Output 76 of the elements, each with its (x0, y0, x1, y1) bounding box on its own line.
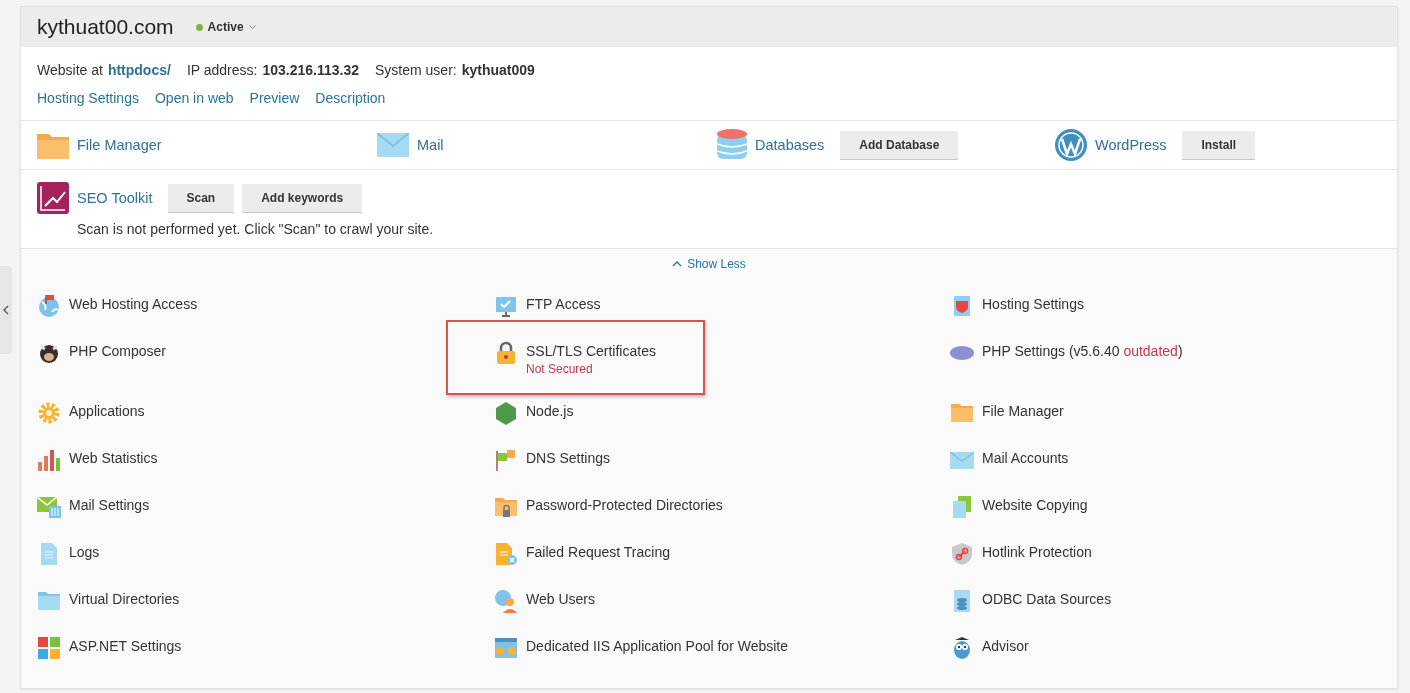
folder-lock-icon (494, 495, 518, 519)
wordpress-logo-icon (1055, 129, 1087, 161)
site-link[interactable]: Preview (249, 90, 300, 106)
app-link[interactable]: File Manager (77, 137, 162, 153)
tool-link[interactable]: PHP Settings (v5.6.40 outdated) (982, 341, 1183, 361)
window-gears-icon (494, 636, 518, 660)
tool-link[interactable]: Failed Request Tracing (526, 542, 670, 562)
envelope-icon (377, 133, 409, 157)
tool-link[interactable]: Website Copying (982, 495, 1088, 515)
scan-message: Scan is not performed yet. Click "Scan" to crawl your site. (77, 221, 435, 237)
show-less-link[interactable]: Show Less (672, 257, 746, 271)
chevron-icon (672, 260, 683, 268)
folder-icon (950, 401, 974, 425)
site-link[interactable]: Description (315, 90, 386, 106)
status-text: Not Secured (526, 361, 594, 378)
tool-link[interactable]: Logs (69, 542, 100, 562)
tool-link[interactable]: Mail Accounts (982, 448, 1069, 468)
info-value: 103.216.113.32 (262, 62, 359, 78)
app-action-button[interactable]: Install (1182, 130, 1256, 160)
folder-icon (37, 131, 69, 159)
status-dot (195, 23, 203, 31)
tool-link[interactable]: Mail Settings (69, 495, 150, 515)
hexagon-icon (494, 401, 518, 425)
globe-user-icon (494, 589, 518, 613)
seo-action-button[interactable]: Scan (167, 183, 235, 213)
envelope-icon (950, 448, 974, 472)
info-label: System user: (375, 62, 457, 78)
info-label: IP address: (186, 62, 258, 78)
info-label: Website at (37, 62, 103, 78)
globe-flag-icon (37, 294, 61, 318)
info-value: kythuat009 (461, 62, 535, 78)
tool-link[interactable]: Web Hosting Access (69, 294, 198, 314)
tool-link[interactable]: Dedicated IIS Application Pool for Website (526, 636, 788, 656)
bar-chart-icon (37, 448, 61, 472)
tool-link[interactable]: ODBC Data Sources (982, 589, 1112, 609)
sidebar-toggle-button[interactable] (0, 266, 12, 354)
status-text: Active (207, 20, 244, 34)
ftp-folder-icon (494, 294, 518, 318)
tool-link[interactable]: ASP.NET Settings (69, 636, 182, 656)
folder-link[interactable]: httpdocs/ (107, 62, 171, 78)
app-link[interactable]: Mail (417, 137, 444, 153)
tool-link[interactable]: File Manager (982, 401, 1064, 421)
folder-icon (37, 589, 61, 613)
caret-down-icon (248, 24, 256, 30)
documents-icon (950, 495, 974, 519)
app-link[interactable]: SEO Toolkit (77, 190, 153, 206)
tool-link[interactable]: Web Statistics (69, 448, 158, 468)
tool-link[interactable]: Applications (69, 401, 145, 421)
flags-icon (494, 448, 518, 472)
tool-link[interactable]: SSL/TLS Certificates (526, 341, 656, 361)
seo-action-button[interactable]: Add keywords (242, 183, 363, 213)
tool-link[interactable]: DNS Settings (526, 448, 611, 468)
shield-link-icon (950, 542, 974, 566)
tool-link[interactable]: Hotlink Protection (982, 542, 1092, 562)
document-error-icon (494, 542, 518, 566)
envelope-sliders-icon (37, 495, 61, 519)
app-link[interactable]: Databases (755, 137, 825, 153)
gear-icon (37, 401, 61, 425)
tool-link[interactable]: Virtual Directories (69, 589, 180, 609)
tool-link[interactable]: Advisor (982, 636, 1029, 656)
growth-chart-icon (37, 182, 69, 214)
chevron-left-icon (3, 305, 9, 315)
four-squares-icon (37, 636, 61, 660)
tool-link[interactable]: PHP Composer (69, 341, 166, 361)
tool-link[interactable]: Password-Protected Directories (526, 495, 723, 515)
app-link[interactable]: WordPress (1095, 137, 1167, 153)
tool-link[interactable]: Node.js (526, 401, 574, 421)
padlock-icon (494, 341, 518, 365)
database-icon (717, 129, 747, 161)
tool-link[interactable]: FTP Access (526, 294, 601, 314)
site-link[interactable]: Open in web (154, 90, 234, 106)
site-link[interactable]: Hosting Settings (37, 90, 139, 106)
tool-link[interactable]: Web Users (526, 589, 595, 609)
site-title: kythuat00.com (37, 15, 174, 39)
tool-link[interactable]: Hosting Settings (982, 294, 1084, 314)
app-action-button[interactable]: Add Database (840, 130, 959, 160)
